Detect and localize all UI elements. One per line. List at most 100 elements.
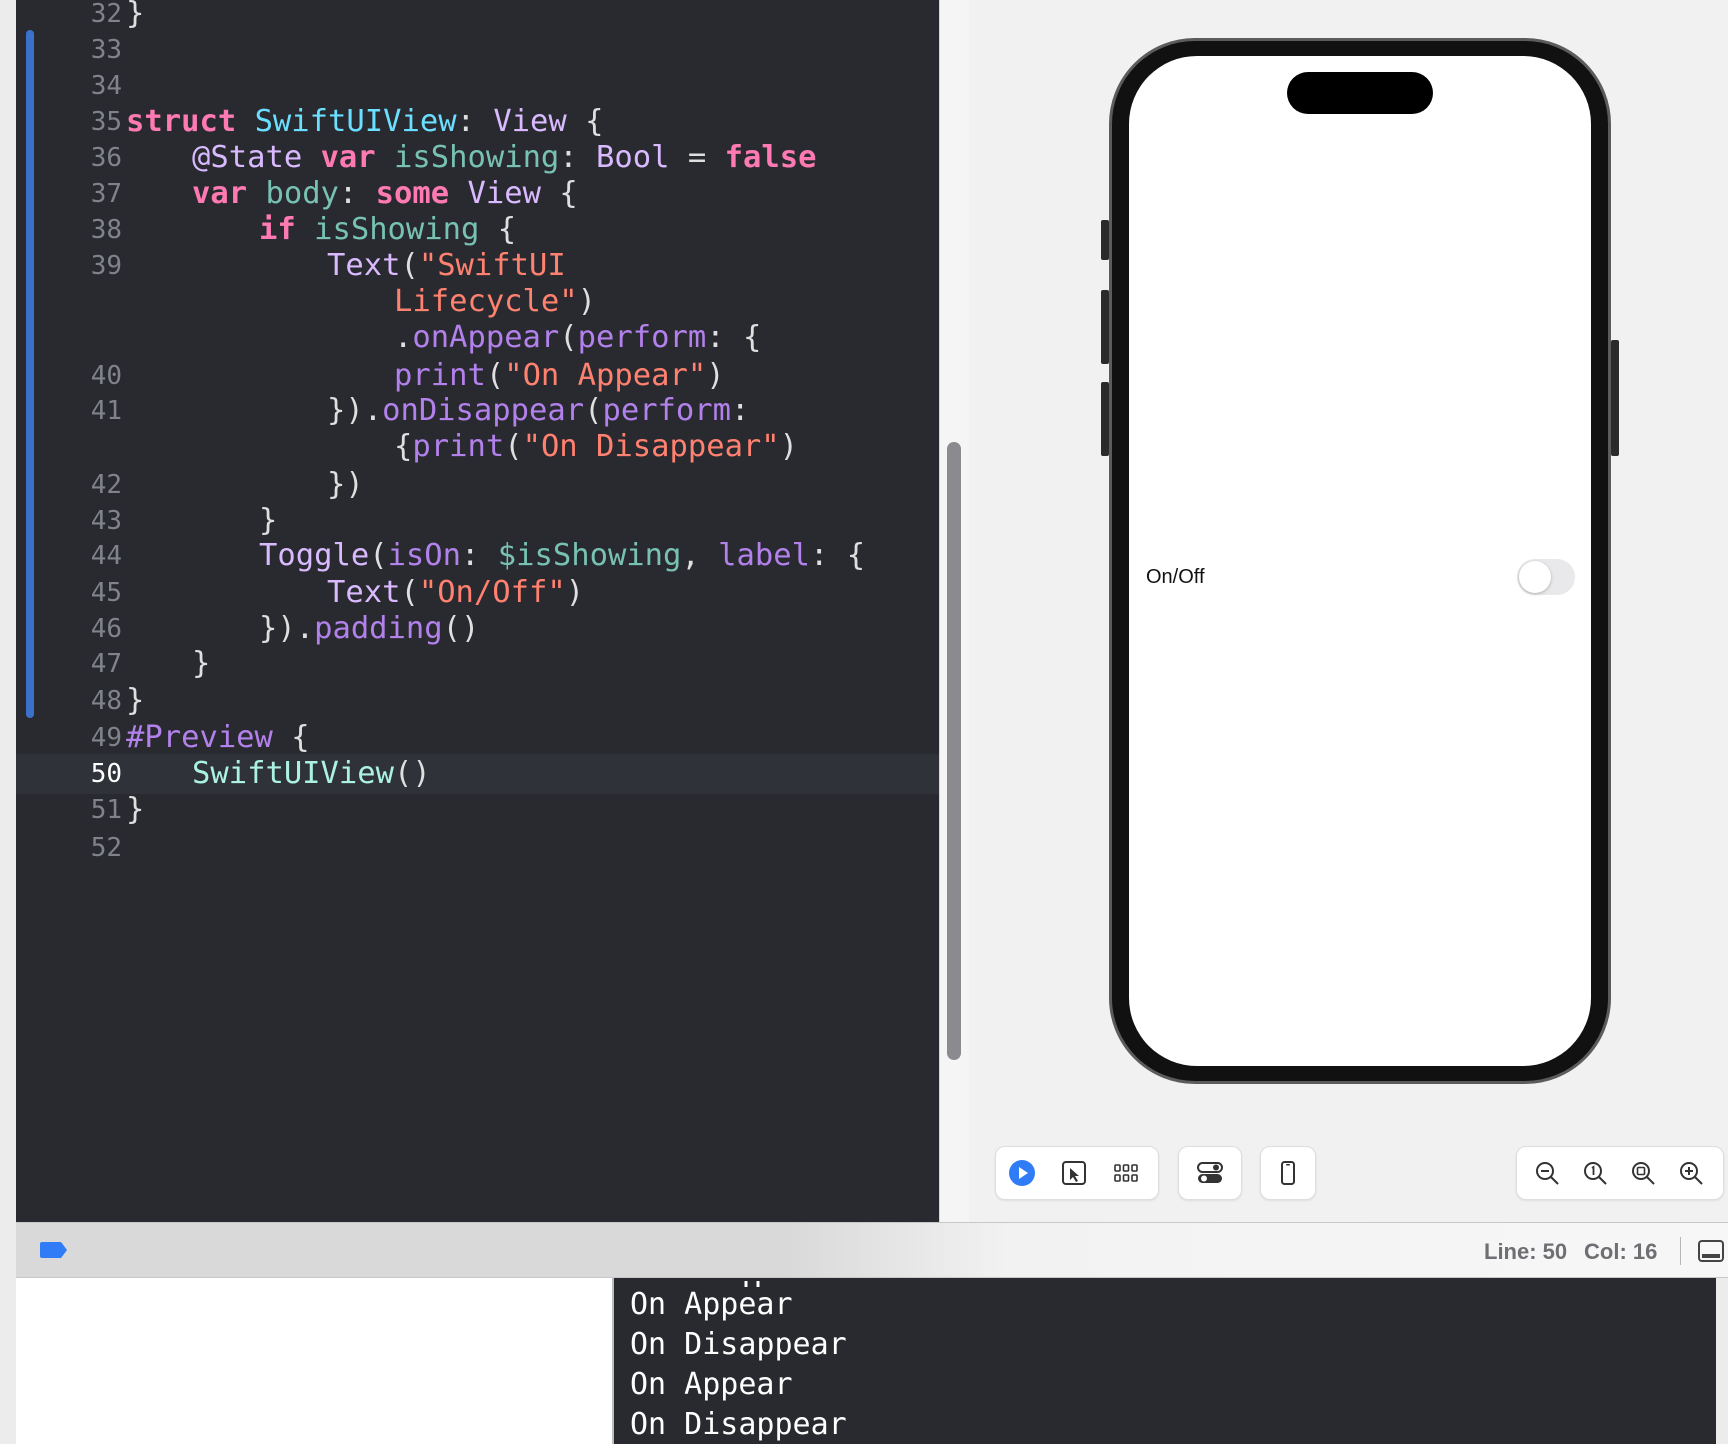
console-line: On Appear bbox=[630, 1287, 793, 1322]
code-line: 42 }) bbox=[16, 465, 939, 505]
code-line-current: 50 SwiftUIView() bbox=[16, 754, 939, 794]
zoom-fit-icon[interactable] bbox=[1627, 1157, 1659, 1189]
column-indicator: Col: 16 bbox=[1584, 1239, 1658, 1264]
code-line: 35 struct SwiftUIView: View { bbox=[16, 102, 939, 142]
console-line: On Appear bbox=[630, 1367, 793, 1402]
device-group bbox=[1260, 1146, 1316, 1200]
code-line: 37 var body: some View { bbox=[16, 174, 939, 214]
line-number: 45 bbox=[90, 578, 122, 608]
line-indicator: Line: 50 bbox=[1484, 1239, 1568, 1264]
pointer-icon[interactable] bbox=[1058, 1157, 1090, 1189]
console-partial-line bbox=[654, 1278, 774, 1287]
code-editor[interactable]: 32 } 33 34 35 struct SwiftUIView: View {… bbox=[16, 0, 939, 1222]
phone-power-button bbox=[1611, 340, 1619, 456]
debug-status-bar: Line: 50 Col: 16 bbox=[16, 1222, 1728, 1278]
line-number: 36 bbox=[90, 143, 122, 173]
code-line: 45 Text("On/Off") bbox=[16, 573, 939, 613]
code-text: print("On Appear") bbox=[394, 358, 725, 393]
divider bbox=[1680, 1237, 1681, 1265]
code-line: 52 bbox=[16, 828, 939, 868]
grid-icon[interactable] bbox=[1110, 1157, 1142, 1189]
line-number: 52 bbox=[90, 833, 122, 863]
code-text: } bbox=[126, 0, 145, 31]
code-line: 41 }).onDisappear(perform: bbox=[16, 391, 939, 431]
code-line-wrap: {print("On Disappear") bbox=[16, 427, 939, 467]
code-text: #Preview { bbox=[126, 720, 310, 755]
phone-action-button bbox=[1101, 220, 1109, 260]
code-line: 43 } bbox=[16, 501, 939, 541]
line-number: 39 bbox=[90, 251, 122, 281]
code-text: @State var isShowing: Bool = false bbox=[192, 140, 817, 175]
line-number: 32 bbox=[90, 0, 122, 29]
toggle-label: On/Off bbox=[1146, 566, 1205, 588]
code-line: 48 } bbox=[16, 681, 939, 721]
code-text: }).padding() bbox=[259, 611, 480, 646]
line-number: 49 bbox=[90, 723, 122, 753]
code-text: var body: some View { bbox=[192, 176, 578, 211]
breakpoint-icon[interactable] bbox=[38, 1241, 68, 1259]
zoom-in-icon[interactable] bbox=[1675, 1157, 1707, 1189]
console-line: On Disappear bbox=[630, 1407, 847, 1442]
code-text: SwiftUIView() bbox=[192, 756, 431, 791]
line-number: 37 bbox=[90, 179, 122, 209]
zoom-out-icon[interactable] bbox=[1531, 1157, 1563, 1189]
zoom-group bbox=[1516, 1146, 1724, 1200]
settings-group bbox=[1178, 1146, 1242, 1200]
code-line: 49 #Preview { bbox=[16, 718, 939, 758]
line-number: 46 bbox=[90, 614, 122, 644]
line-number: 51 bbox=[90, 795, 122, 825]
code-line: 44 Toggle(isOn: $isShowing, label: { bbox=[16, 536, 939, 576]
line-number: 41 bbox=[90, 396, 122, 426]
zoom-actual-icon[interactable] bbox=[1579, 1157, 1611, 1189]
toggle-knob bbox=[1519, 561, 1551, 593]
device-screen[interactable] bbox=[1129, 56, 1591, 1066]
code-line: 34 bbox=[16, 66, 939, 106]
toggles-icon[interactable] bbox=[1194, 1157, 1226, 1189]
variables-view bbox=[16, 1278, 612, 1444]
console-output[interactable]: On Appear On Disappear On Appear On Disa… bbox=[612, 1278, 1718, 1444]
code-line: 32 } bbox=[16, 0, 939, 34]
console-line: On Disappear bbox=[630, 1327, 847, 1362]
code-line: 40 print("On Appear") bbox=[16, 356, 939, 396]
play-icon[interactable] bbox=[1006, 1157, 1038, 1189]
code-line: 39 Text("SwiftUI bbox=[16, 246, 939, 286]
line-number: 47 bbox=[90, 649, 122, 679]
code-text: } bbox=[192, 646, 211, 681]
code-line: 33 bbox=[16, 30, 939, 70]
phone-icon[interactable] bbox=[1272, 1157, 1304, 1189]
line-number: 42 bbox=[90, 470, 122, 500]
code-text: }) bbox=[327, 467, 364, 502]
line-number: 33 bbox=[90, 35, 122, 65]
line-number: 40 bbox=[90, 361, 122, 391]
code-line: 36 @State var isShowing: Bool = false bbox=[16, 138, 939, 178]
code-line: 47 } bbox=[16, 644, 939, 684]
code-text: Lifecycle") bbox=[394, 284, 597, 319]
line-number: 38 bbox=[90, 215, 122, 245]
code-text: .onAppear(perform: { bbox=[394, 320, 762, 355]
toggle-console-icon[interactable] bbox=[1696, 1237, 1726, 1265]
code-text: Text("SwiftUI bbox=[327, 248, 566, 283]
code-text: if isShowing { bbox=[259, 212, 517, 247]
line-number: 43 bbox=[90, 506, 122, 536]
phone-volume-down-button bbox=[1101, 382, 1109, 456]
dynamic-island bbox=[1287, 72, 1433, 114]
line-number: 34 bbox=[90, 71, 122, 101]
code-line-wrap: Lifecycle") bbox=[16, 282, 939, 322]
line-number: 50 bbox=[90, 759, 122, 789]
on-off-toggle[interactable] bbox=[1517, 559, 1575, 595]
code-text: Text("On/Off") bbox=[327, 575, 585, 610]
left-sidebar-edge bbox=[0, 0, 16, 1444]
line-number: 35 bbox=[90, 107, 122, 137]
code-text: } bbox=[126, 683, 145, 718]
code-text: } bbox=[126, 792, 145, 827]
code-text: struct SwiftUIView: View { bbox=[126, 104, 604, 139]
console-scrollbar bbox=[1716, 1278, 1728, 1444]
code-line: 38 if isShowing { bbox=[16, 210, 939, 250]
phone-volume-up-button bbox=[1101, 290, 1109, 364]
line-number: 44 bbox=[90, 541, 122, 571]
editor-scrollbar-thumb[interactable] bbox=[947, 442, 961, 1060]
code-line: 51 } bbox=[16, 790, 939, 830]
code-text: Toggle(isOn: $isShowing, label: { bbox=[259, 538, 866, 573]
line-number: 48 bbox=[90, 686, 122, 716]
code-line: 46 }).padding() bbox=[16, 609, 939, 649]
